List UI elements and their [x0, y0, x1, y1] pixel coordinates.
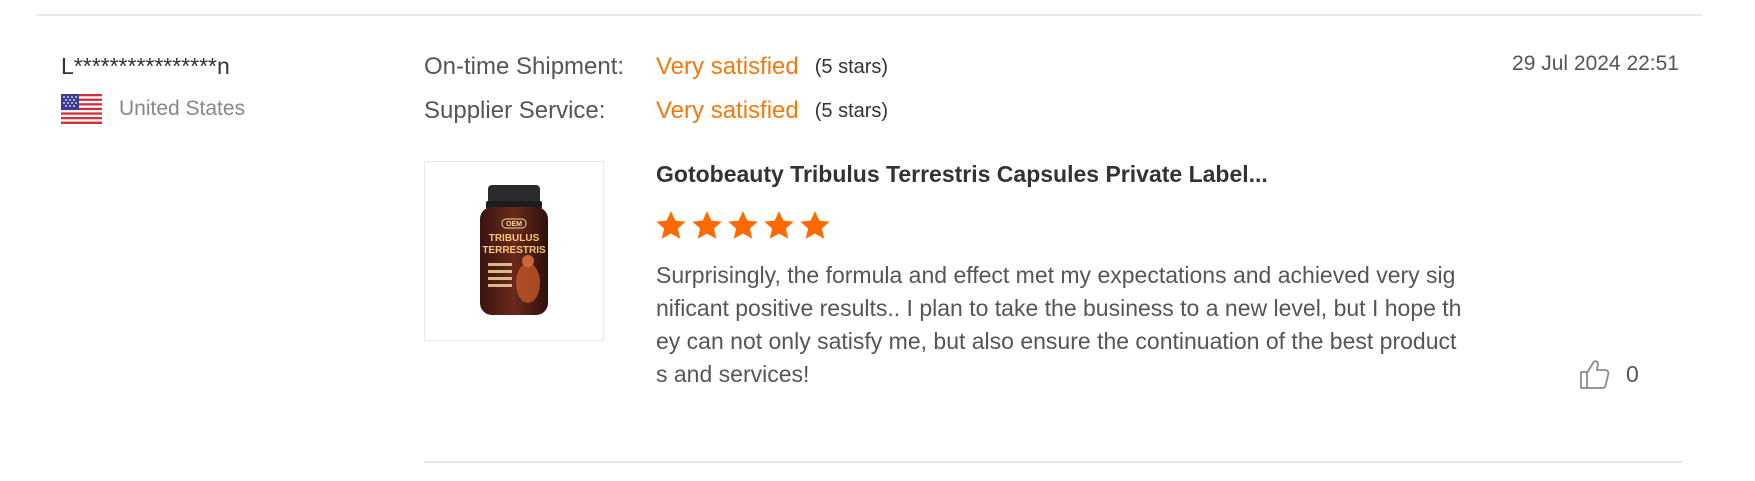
- country-name: United States: [119, 97, 246, 120]
- bottle-brand-badge: OEM: [506, 221, 522, 228]
- reviewer-country: United States: [61, 94, 245, 124]
- top-divider: [36, 14, 1702, 16]
- bottle-label-line1: TRIBULUS: [489, 233, 540, 244]
- product-thumbnail[interactable]: OEM TRIBULUS TERRESTRIS: [424, 161, 604, 341]
- rating-row-supplier-service: Supplier Service: Very satisfied (5 star…: [424, 96, 888, 126]
- thumbs-up-icon: [1580, 360, 1610, 389]
- review-text: Surprisingly, the formula and effect met…: [656, 262, 1462, 387]
- like-button[interactable]: 0: [1578, 357, 1639, 391]
- reviewer-name: L****************n: [61, 53, 230, 79]
- bottle-label-line2: TERRESTRIS: [482, 245, 546, 256]
- like-count: 0: [1626, 360, 1639, 387]
- star-icon: [728, 211, 758, 239]
- star-rating: [654, 209, 832, 243]
- star-icon: [800, 211, 830, 239]
- bottom-divider: [424, 461, 1682, 463]
- rating-label: Supplier Service:: [424, 97, 606, 124]
- rating-value: Very satisfied: [656, 97, 799, 124]
- rating-label: On-time Shipment:: [424, 53, 625, 80]
- rating-value: Very satisfied: [656, 53, 799, 80]
- product-title-link[interactable]: Gotobeauty Tribulus Terrestris Capsules …: [656, 161, 1268, 188]
- star-icon: [764, 211, 794, 239]
- star-icon: [656, 211, 686, 239]
- rating-stars-text: (5 stars): [814, 99, 889, 122]
- us-flag-icon: [61, 94, 102, 124]
- rating-stars-text: (5 stars): [814, 55, 889, 78]
- review-date: 29 Jul 2024 22:51: [1512, 52, 1679, 75]
- star-icon: [692, 211, 722, 239]
- rating-row-shipment: On-time Shipment: Very satisfied (5 star…: [424, 52, 888, 82]
- supplement-bottle-image: OEM TRIBULUS TERRESTRIS: [480, 185, 548, 315]
